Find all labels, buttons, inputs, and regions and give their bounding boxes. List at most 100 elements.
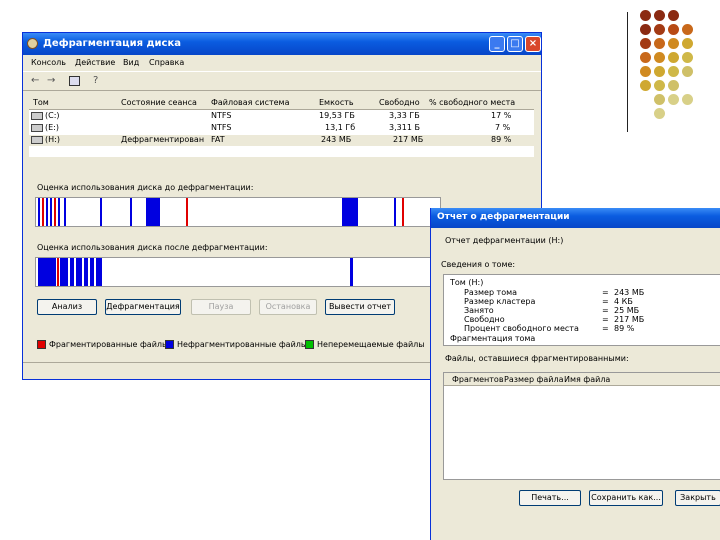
minimize-button[interactable]: _ — [489, 36, 505, 52]
decor-dot — [668, 94, 679, 105]
report-row-value: 89 % — [614, 324, 635, 333]
column-header[interactable]: Файловая система — [211, 98, 289, 107]
report-row-value: 243 МБ — [614, 288, 645, 297]
cluster-mark — [90, 258, 94, 286]
cluster-mark — [38, 258, 56, 286]
before-defrag-bar — [35, 197, 441, 227]
report-row-label: Занято — [464, 306, 494, 315]
report-title-bar[interactable]: Отчет о дефрагментации — [431, 208, 720, 228]
decor-dot — [668, 80, 679, 91]
report-row: Процент свободного места = 89 % — [452, 324, 720, 333]
report-row-value: 4 КБ — [614, 297, 633, 306]
table-row[interactable]: (C:) NTFS 19,53 ГБ 3,33 ГБ 17 % — [29, 111, 534, 122]
cluster-mark — [42, 198, 44, 226]
decor-dot — [654, 52, 665, 63]
decor-dot — [682, 66, 693, 77]
report-row: Свободно = 217 МБ — [452, 315, 720, 324]
decor-dot — [654, 80, 665, 91]
volume-capacity: 13,1 Гб — [325, 123, 356, 132]
legend-fragmented: Фрагментированные файлы — [37, 340, 168, 349]
table-row-selected[interactable]: (H:) Дефрагментирован FAT 243 МБ 217 МБ … — [29, 135, 534, 146]
drive-icon — [31, 135, 43, 144]
menu-bar: Консоль Действие Вид Справка — [23, 55, 541, 71]
analyze-button[interactable]: Анализ — [37, 299, 97, 315]
decor-dot — [640, 10, 651, 21]
decor-dot — [654, 66, 665, 77]
list-header: Фрагментов Размер файла Имя файла — [444, 373, 720, 386]
decor-dot — [668, 10, 679, 21]
report-dialog: Отчет о дефрагментации Отчет дефрагмента… — [430, 208, 720, 540]
save-as-button[interactable]: Сохранить как... — [589, 490, 663, 506]
volume-capacity: 19,53 ГБ — [319, 111, 355, 120]
column-header[interactable]: Имя файла — [564, 375, 610, 384]
defragment-button[interactable]: Дефрагментация — [105, 299, 181, 315]
cluster-mark — [146, 198, 160, 226]
stop-button[interactable]: Остановка — [259, 299, 317, 315]
report-row: Размер тома = 243 МБ — [452, 288, 720, 297]
close-report-button[interactable]: Закрыть — [675, 490, 720, 506]
decor-dot — [682, 52, 693, 63]
menu-help[interactable]: Справка — [149, 58, 184, 67]
report-row-equals: = — [602, 288, 609, 297]
pause-button[interactable]: Пауза — [191, 299, 251, 315]
volume-fs: NTFS — [211, 111, 232, 120]
decorative-divider — [627, 12, 628, 132]
column-header[interactable]: Фрагментов — [452, 375, 504, 384]
fragmented-files-list[interactable]: Фрагментов Размер файла Имя файла — [443, 372, 720, 480]
decor-dot — [668, 38, 679, 49]
cluster-mark — [186, 198, 188, 226]
menu-view[interactable]: Вид — [123, 58, 139, 67]
column-header[interactable]: % свободного места — [429, 98, 515, 107]
decor-dot — [640, 66, 651, 77]
column-header[interactable]: Емкость — [319, 98, 354, 107]
table-row[interactable]: (E:) NTFS 13,1 Гб 3,311 Б 7 % — [29, 123, 534, 134]
cluster-mark — [38, 198, 40, 226]
column-header[interactable]: Размер файла — [504, 375, 564, 384]
column-header[interactable]: Свободно — [379, 98, 420, 107]
cluster-mark — [402, 198, 404, 226]
cluster-mark — [100, 198, 102, 226]
cluster-mark — [84, 258, 88, 286]
console-tree-icon[interactable] — [69, 76, 80, 86]
drive-icon — [31, 123, 43, 132]
help-icon[interactable]: ? — [93, 75, 98, 86]
legend-label: Неперемещаемые файлы — [317, 340, 425, 349]
volume-status: Дефрагментирован — [121, 135, 205, 144]
decor-dot — [668, 52, 679, 63]
volume-free: 3,33 ГБ — [389, 111, 420, 120]
before-defrag-label: Оценка использования диска до дефрагмент… — [37, 183, 254, 192]
window-title: Дефрагментация диска — [43, 38, 182, 49]
column-header[interactable]: Состояние сеанса — [121, 98, 197, 107]
menu-action[interactable]: Действие — [75, 58, 115, 67]
print-button[interactable]: Печать... — [519, 490, 581, 506]
cluster-mark — [64, 198, 66, 226]
report-row-equals: = — [602, 297, 609, 306]
maximize-button[interactable]: □ — [507, 36, 523, 52]
close-button[interactable]: × — [525, 36, 541, 52]
toolbar: ← → ? — [23, 71, 541, 91]
view-report-button[interactable]: Вывести отчет — [325, 299, 395, 315]
volume-pct: 7 % — [495, 123, 511, 132]
decor-dot — [668, 66, 679, 77]
decor-dot — [682, 24, 693, 35]
back-arrow-icon[interactable]: ← — [31, 75, 39, 86]
cluster-mark — [70, 258, 74, 286]
cluster-mark — [76, 258, 82, 286]
legend-swatch — [305, 340, 314, 349]
volume-pct: 89 % — [491, 135, 512, 144]
after-defrag-label: Оценка использования диска после дефрагм… — [37, 243, 268, 252]
legend-swatch — [165, 340, 174, 349]
legend-contiguous: Нефрагментированные файлы — [165, 340, 307, 349]
report-row-equals: = — [602, 315, 609, 324]
volume-name-text: (H:) — [45, 135, 60, 144]
decor-dot — [654, 10, 665, 21]
volume-fs: NTFS — [211, 123, 232, 132]
column-header[interactable]: Том — [33, 98, 49, 107]
cluster-mark — [394, 198, 396, 226]
volume-name-text: (E:) — [45, 123, 59, 132]
title-bar[interactable]: Дефрагментация диска _ □ × — [23, 33, 541, 55]
cluster-mark — [130, 198, 132, 226]
report-row: Занято = 25 МБ — [452, 306, 720, 315]
menu-console[interactable]: Консоль — [31, 58, 66, 67]
forward-arrow-icon[interactable]: → — [47, 75, 55, 86]
